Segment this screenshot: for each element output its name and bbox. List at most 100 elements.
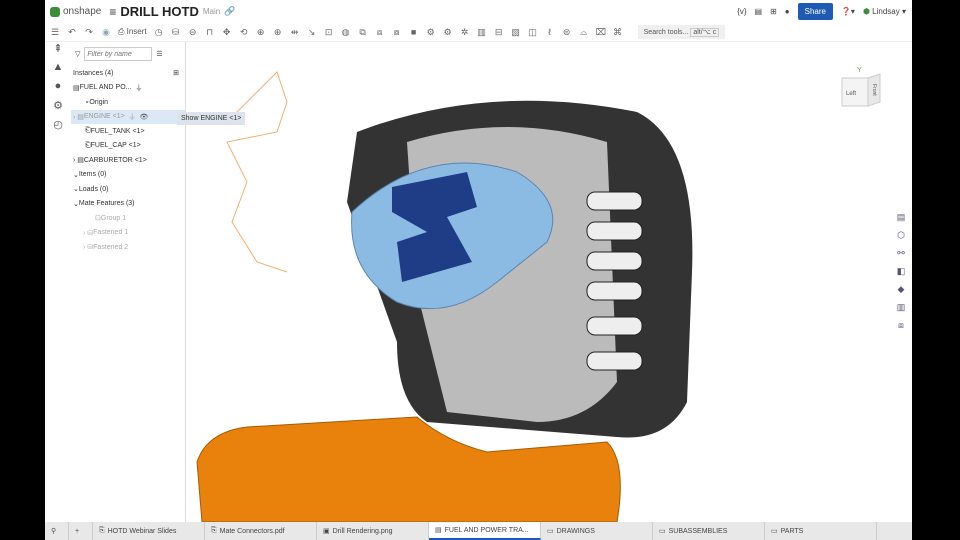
tab-hotd-webinar-slides[interactable]: ⎘ HOTD Webinar Slides [93,522,205,540]
mate-fastened-2[interactable]: › ⛁ Fastened 2 [71,240,185,255]
link-icon[interactable]: 🔗 [224,6,235,17]
group-icon[interactable]: ⊡ [324,27,334,37]
search-tools-input[interactable]: Search tools... alt/⌥ c [637,25,726,39]
fuel-tank-outline [226,71,288,273]
top-bar: onshape ≡ DRILL HOTD Main 🔗 {v} ▤ ⊞ ● Sh… [45,0,912,23]
redo-icon[interactable]: ↷ [84,27,94,37]
share-button[interactable]: Share [797,3,833,20]
insert-button[interactable]: ⎙ Insert [118,27,147,37]
help-icon[interactable]: ❓▾ [841,7,855,16]
apps-icon[interactable]: ⊞ [770,7,777,16]
ball-mate-icon[interactable]: ⊕ [273,27,283,37]
insert-label: Insert [126,27,147,36]
fastened-mate-icon[interactable]: ⛁ [171,27,181,37]
mate-connector-icon[interactable]: ◍ [341,27,351,37]
filter-input[interactable] [84,47,153,61]
revolute-mate-icon[interactable]: ⊖ [188,27,198,37]
mirror-icon[interactable]: ⧇ [392,27,402,37]
mate-fastened-1[interactable]: › ⛁ Fastened 1 [71,226,185,241]
mate-features-folder[interactable]: ⌄ Mate Features (3) [71,197,185,212]
cylindrical-mate-icon[interactable]: ⟲ [239,27,249,37]
render-icon[interactable]: ◆ [894,284,908,302]
instance-fuel-cap[interactable]: ⎗ FUEL_CAP <1> [71,139,185,154]
mates-icon[interactable]: ⚯ [894,248,908,266]
add-tab-button[interactable]: + [69,522,93,540]
timer-icon[interactable]: ◴ [45,118,71,137]
tab-label: SUBASSEMBLIES [668,527,728,535]
pattern-icon[interactable]: ⧈ [375,27,385,37]
curve-icon[interactable]: ℓ [545,27,555,37]
tab-label: HOTD Webinar Slides [107,527,177,535]
instance-carburetor[interactable]: › ▤ CARBURETOR <1> [71,153,185,168]
feature-properties-icon[interactable]: ▤ [894,212,908,230]
parallel-mate-icon[interactable]: ⇹ [290,27,300,37]
loads-folder[interactable]: ⌄ Loads (0) [71,182,185,197]
explode-icon[interactable]: ■ [409,27,419,37]
boundary-icon[interactable]: ⌧ [596,27,606,37]
limits-icon[interactable]: ⊟ [494,27,504,37]
sweep-icon[interactable]: ⊜ [562,27,572,37]
show-hide-icon[interactable]: 👁 [140,113,149,121]
onshape-logo[interactable]: onshape [50,6,101,17]
planar-mate-icon[interactable]: ✥ [222,27,232,37]
mate-group-1[interactable]: ⊡ Group 1 [71,211,185,226]
document-tabs: ⚲ + ⎘ HOTD Webinar Slides ⎘ Mate Connect… [45,522,912,540]
appearances-icon[interactable]: ◧ [894,266,908,284]
screw-relation-icon[interactable]: ✲ [460,27,470,37]
tab-parts[interactable]: ▭ PARTS [765,522,877,540]
search-shortcut: alt/⌥ c [690,28,720,37]
gear-relation-icon[interactable]: ⚙ [426,27,436,37]
menu-icon[interactable]: ≡ [109,5,116,19]
row-label: FUEL_CAP <1> [90,142,141,150]
row-label: ENGINE <1> [83,113,125,121]
mate-add-icon[interactable]: ⇞ [45,42,71,61]
loft-icon[interactable]: ⌓ [579,27,589,37]
feature-list-icon[interactable]: ☰ [50,27,60,37]
tab-label: Drill Rendering.png [332,527,393,535]
tab-manager-icon[interactable]: ⚲ [45,522,69,540]
fill-icon[interactable]: ⌘ [613,27,623,37]
items-folder[interactable]: ⌄ Items (0) [71,168,185,183]
bom-icon[interactable]: ▥ [894,302,908,320]
learning-icon[interactable]: ● [785,7,790,16]
user-menu[interactable]: ⬢ Lindsay ▾ [863,7,906,16]
app-name: onshape [63,6,102,17]
3d-viewport[interactable]: Left Front Y [187,42,912,522]
tab-drill-rendering[interactable]: ▣ Drill Rendering.png [317,522,429,540]
undo-icon[interactable]: ↶ [67,27,77,37]
tab-label: FUEL AND POWER TRA... [444,526,529,534]
linear-relation-icon[interactable]: ▥ [477,27,487,37]
instance-list-panel: ▽ ☰ Instances (4) ⊞ ▤ FUEL AND PO... ⏚ ∘ O… [71,42,186,522]
parts-icon[interactable]: ⬡ [894,230,908,248]
comment-icon[interactable]: ● [45,80,71,99]
tangent-mate-icon[interactable]: ↘ [307,27,317,37]
instance-origin[interactable]: ∘ Origin [71,95,185,110]
slider-mate-icon[interactable]: ⊓ [205,27,215,37]
view-cube[interactable]: Left Front Y [841,67,881,107]
instance-engine[interactable]: › ▤ ENGINE <1> ⏚ 👁 [71,109,185,124]
exploded-view-icon[interactable]: ⧈ [894,320,908,338]
measure-icon[interactable]: ▧ [511,27,521,37]
instance-fuel-tank[interactable]: ⎗ FUEL_TANK <1> [71,124,185,139]
tab-drawings[interactable]: ▭ DRAWINGS [541,522,653,540]
instance-fuel-and-power[interactable]: ▤ FUEL AND PO... ⏚ [71,81,185,96]
branch-label[interactable]: Main [203,7,220,16]
variables-icon[interactable]: {v} [737,7,746,16]
section-icon[interactable]: ◫ [528,27,538,37]
toolbar: ☰ ↶ ↷ ◉ ⎙ Insert ◷ ⛁ ⊖ ⊓ ✥ ⟲ ⊕ ⊕ ⇹ ↘ ⊡ ◍… [45,23,912,42]
tab-mate-connectors[interactable]: ⎘ Mate Connectors.pdf [205,522,317,540]
rack-pinion-icon[interactable]: ⚙ [443,27,453,37]
new-folder-icon[interactable]: ⊞ [173,69,179,77]
tab-fuel-and-power[interactable]: ▤ FUEL AND POWER TRA... [429,522,541,540]
pin-slot-mate-icon[interactable]: ⊕ [256,27,266,37]
tab-subassemblies[interactable]: ▭ SUBASSEMBLIES [653,522,765,540]
disabled-tool-icon[interactable]: ◉ [101,27,111,37]
list-view-icon[interactable]: ☰ [156,50,162,58]
notes-icon[interactable]: ▤ [755,7,763,16]
history-icon[interactable]: ◷ [154,27,164,37]
configurations-icon[interactable]: ⚙ [45,99,71,118]
filter-icon[interactable]: ▽ [75,50,80,58]
replicate-icon[interactable]: ⧉ [358,27,368,37]
document-title[interactable]: DRILL HOTD [120,4,198,19]
appearance-icon[interactable]: ▲ [45,61,71,80]
